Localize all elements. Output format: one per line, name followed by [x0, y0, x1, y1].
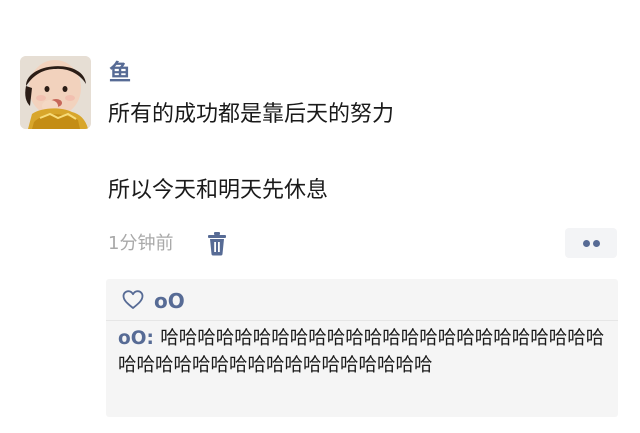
moments-post: 鱼 所有的成功都是靠后天的努力 所以今天和明天先休息 1分钟前 oO oO: 哈… [0, 0, 640, 433]
avatar[interactable] [20, 56, 91, 129]
more-dots-icon [583, 240, 590, 247]
commenter-name[interactable]: oO [118, 328, 146, 349]
more-dots-icon-dot [593, 240, 600, 247]
heart-icon [122, 290, 144, 310]
trash-icon[interactable] [206, 232, 228, 256]
liker-name[interactable]: oO [154, 287, 185, 315]
comment-item[interactable]: oO: 哈哈哈哈哈哈哈哈哈哈哈哈哈哈哈哈哈哈哈哈哈哈哈哈哈哈哈哈哈哈哈哈哈哈哈哈… [118, 325, 614, 379]
post-author[interactable]: 鱼 [109, 60, 131, 88]
post-timestamp: 1分钟前 [108, 233, 174, 254]
divider [106, 320, 618, 321]
comment-separator: : [146, 328, 161, 349]
avatar-photo-icon [20, 56, 91, 129]
comment-body: 哈哈哈哈哈哈哈哈哈哈哈哈哈哈哈哈哈哈哈哈哈哈哈哈哈哈哈哈哈哈哈哈哈哈哈哈哈哈哈哈… [118, 328, 605, 376]
more-options-button[interactable] [565, 228, 617, 258]
post-text-line-2: 所以今天和明天先休息 [108, 178, 329, 203]
interaction-panel: oO oO: 哈哈哈哈哈哈哈哈哈哈哈哈哈哈哈哈哈哈哈哈哈哈哈哈哈哈哈哈哈哈哈哈哈… [106, 279, 618, 417]
post-text-line-1: 所有的成功都是靠后天的努力 [108, 102, 395, 127]
